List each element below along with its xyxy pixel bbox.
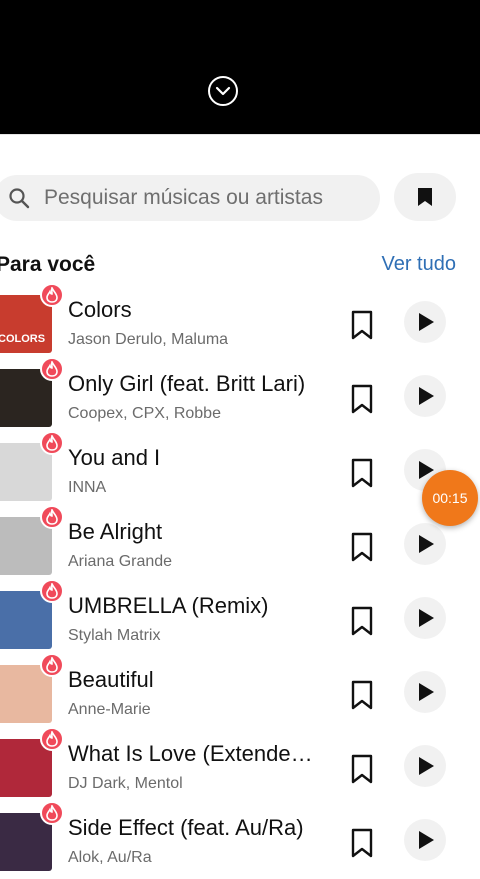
bookmark-icon[interactable] <box>348 605 376 637</box>
trending-flame-icon <box>40 505 64 529</box>
bookmark-icon[interactable] <box>348 531 376 563</box>
play-button[interactable] <box>404 671 446 713</box>
song-artist: Ariana Grande <box>68 553 173 570</box>
top-bar <box>0 0 480 134</box>
trending-flame-icon <box>40 283 64 307</box>
song-title: Side Effect (feat. Au/Ra) <box>68 815 304 840</box>
bookmark-icon[interactable] <box>348 827 376 859</box>
song-title: You and I <box>68 445 161 470</box>
song-title: What Is Love (Extended Mix) <box>68 741 318 766</box>
song-row[interactable]: Beautiful Anne-Marie <box>0 653 480 731</box>
song-artist: INNA <box>68 479 107 496</box>
song-list: COLORS Colors Jason Derulo, Maluma Only … <box>0 283 480 879</box>
trending-flame-icon <box>40 579 64 603</box>
play-button[interactable] <box>404 745 446 787</box>
song-title: Beautiful <box>68 667 154 692</box>
play-button[interactable] <box>404 301 446 343</box>
song-row[interactable]: You and I INNA <box>0 431 480 509</box>
saved-songs-button[interactable] <box>394 173 456 221</box>
search-icon <box>8 187 30 214</box>
song-artist: Jason Derulo, Maluma <box>68 331 229 348</box>
song-row[interactable]: COLORS Colors Jason Derulo, Maluma <box>0 283 480 361</box>
bookmark-icon[interactable] <box>348 383 376 415</box>
bookmark-icon[interactable] <box>348 753 376 785</box>
song-artist: Coopex, CPX, Robbe <box>68 405 221 422</box>
play-icon <box>419 313 434 331</box>
song-row[interactable]: Side Effect (feat. Au/Ra) Alok, Au/Ra <box>0 801 480 879</box>
play-icon <box>419 757 434 775</box>
collapse-chevron-icon[interactable] <box>208 76 238 106</box>
music-picker-sheet: Para você Ver tudo COLORS Colors Jason D… <box>0 134 480 871</box>
see-all-link[interactable]: Ver tudo <box>381 253 456 276</box>
song-artist: Stylah Matrix <box>68 627 161 644</box>
song-row[interactable]: Only Girl (feat. Britt Lari) Coopex, CPX… <box>0 357 480 435</box>
play-icon <box>419 683 434 701</box>
play-icon <box>419 831 434 849</box>
song-row[interactable]: Be Alright Ariana Grande <box>0 505 480 583</box>
trending-flame-icon <box>40 431 64 455</box>
play-icon <box>419 535 434 553</box>
trending-flame-icon <box>40 357 64 381</box>
album-cover-text: COLORS <box>0 333 46 345</box>
play-button[interactable] <box>404 597 446 639</box>
bookmark-icon[interactable] <box>348 309 376 341</box>
play-button[interactable] <box>404 523 446 565</box>
play-button[interactable] <box>404 375 446 417</box>
timer-badge[interactable]: 00:15 <box>422 470 478 526</box>
play-icon <box>419 387 434 405</box>
song-artist: Anne-Marie <box>68 701 151 718</box>
song-row[interactable]: What Is Love (Extended Mix) DJ Dark, Men… <box>0 727 480 805</box>
song-artist: DJ Dark, Mentol <box>68 775 183 792</box>
bookmark-icon[interactable] <box>348 679 376 711</box>
song-title: Colors <box>68 297 132 322</box>
trending-flame-icon <box>40 727 64 751</box>
bookmark-filled-icon <box>418 188 432 206</box>
section-title: Para você <box>0 253 96 276</box>
song-title: Only Girl (feat. Britt Lari) <box>68 371 306 396</box>
song-title: Be Alright <box>68 519 163 544</box>
song-artist: Alok, Au/Ra <box>68 849 152 866</box>
song-row[interactable]: UMBRELLA (Remix) Stylah Matrix <box>0 579 480 657</box>
play-icon <box>419 609 434 627</box>
search-input[interactable] <box>44 175 364 221</box>
trending-flame-icon <box>40 653 64 677</box>
trending-flame-icon <box>40 801 64 825</box>
bookmark-icon[interactable] <box>348 457 376 489</box>
search-bar[interactable] <box>0 175 380 221</box>
song-title: UMBRELLA (Remix) <box>68 593 269 618</box>
play-button[interactable] <box>404 819 446 861</box>
